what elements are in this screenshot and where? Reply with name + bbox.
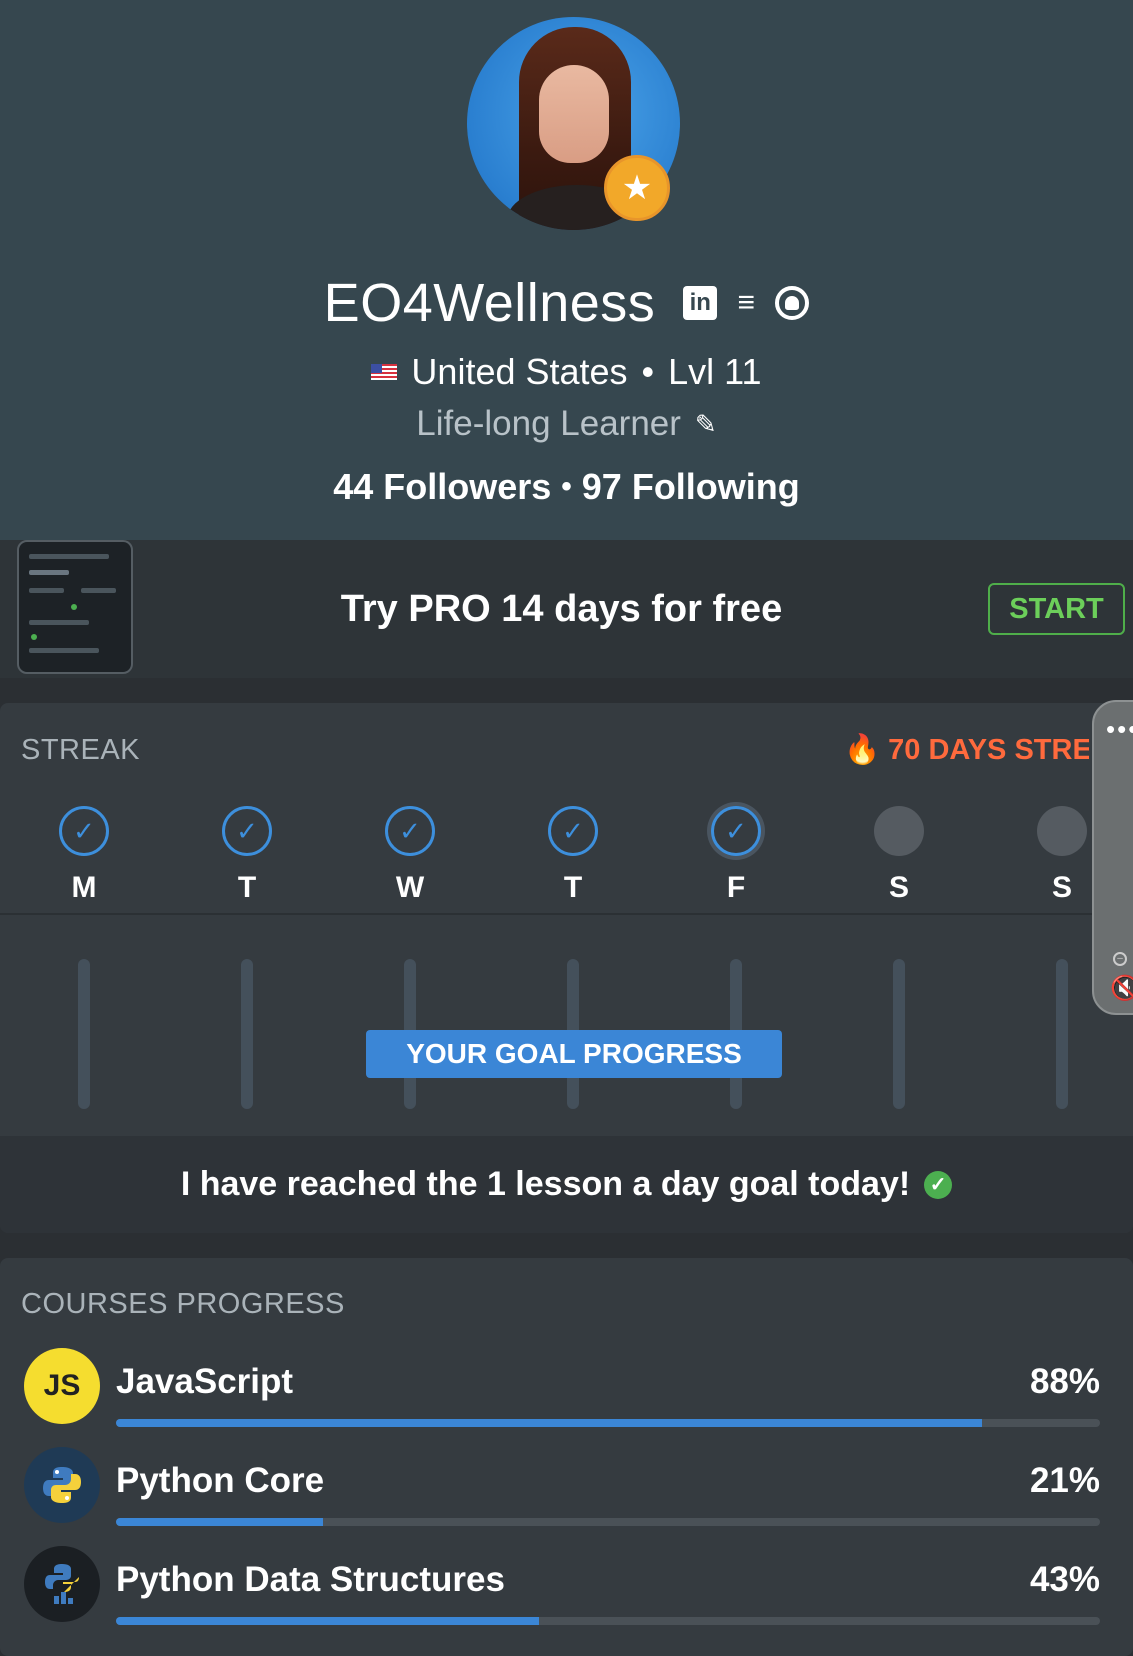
course-progress-fill bbox=[116, 1419, 982, 1427]
edit-pencil-icon[interactable]: ✎ bbox=[695, 409, 717, 440]
day-letter: W bbox=[395, 871, 425, 904]
floating-side-panel[interactable]: ••• – 🔇 bbox=[1092, 700, 1133, 1015]
start-pro-button[interactable]: START bbox=[988, 583, 1125, 635]
stackoverflow-icon[interactable]: ≡ bbox=[729, 286, 763, 320]
course-progress-track bbox=[116, 1518, 1100, 1526]
follow-separator: • bbox=[561, 470, 572, 503]
level: Lvl 11 bbox=[668, 351, 762, 392]
more-options-icon[interactable]: ••• bbox=[1106, 716, 1133, 742]
meta-separator: • bbox=[641, 351, 655, 392]
goal-message: I have reached the 1 lesson a day goal t… bbox=[0, 1136, 1133, 1233]
tagline: Life-long Learner bbox=[416, 404, 681, 443]
day-letter: S bbox=[888, 871, 909, 904]
github-icon[interactable] bbox=[775, 286, 810, 320]
course-row-javascript[interactable]: JS JavaScript 88% bbox=[0, 1348, 1133, 1438]
streak-card: STREAK 🔥 70 DAYS STREAK ✓ M ✓ T ✓ W ✓ T ✓ F S S YOU… bbox=[0, 703, 1133, 1233]
streak-title: STREAK bbox=[21, 734, 141, 766]
courses-card: COURSES PROGRESS JS JavaScript 88% Pytho… bbox=[0, 1258, 1133, 1656]
pro-trial-banner: Try PRO 14 days for free START bbox=[0, 540, 1133, 678]
day-letter: M bbox=[71, 871, 97, 904]
streak-count-label: 70 DAYS STREAK bbox=[888, 734, 1089, 766]
course-name: Python Core bbox=[116, 1461, 325, 1500]
courses-title: COURSES PROGRESS bbox=[21, 1288, 345, 1320]
us-flag-icon bbox=[371, 364, 398, 380]
day-check-icon: ✓ bbox=[222, 806, 272, 856]
star-badge-icon: ★ bbox=[604, 155, 670, 221]
profile-header: ★ EO4Wellness in ≡ United States • Lvl 1… bbox=[0, 0, 1133, 540]
mute-icon[interactable]: 🔇 bbox=[1110, 974, 1133, 1003]
course-progress-track bbox=[116, 1617, 1100, 1625]
day-letter: T bbox=[237, 871, 257, 904]
fire-icon: 🔥 bbox=[844, 734, 881, 766]
course-progress-fill bbox=[116, 1617, 540, 1625]
day-check-icon: ✓ bbox=[59, 806, 109, 856]
python-icon bbox=[24, 1447, 100, 1523]
day-check-icon: ✓ bbox=[548, 806, 598, 856]
day-empty-circle bbox=[1037, 806, 1087, 856]
day-letter: S bbox=[1051, 871, 1072, 904]
following-count[interactable]: 97 Following bbox=[582, 466, 800, 508]
pro-trial-text: Try PRO 14 days for free bbox=[340, 587, 783, 630]
course-progress-fill bbox=[116, 1518, 323, 1526]
day-empty-circle bbox=[874, 806, 924, 856]
course-name: Python Data Structures bbox=[116, 1560, 505, 1599]
course-percent: 21% bbox=[1029, 1461, 1100, 1500]
javascript-icon: JS bbox=[24, 1348, 100, 1424]
day-goal-bar bbox=[241, 959, 253, 1109]
course-progress-track bbox=[116, 1419, 1100, 1427]
course-row-python-core[interactable]: Python Core 21% bbox=[0, 1447, 1133, 1537]
day-letter: F bbox=[726, 871, 746, 904]
goal-progress-badge: YOUR GOAL PROGRESS bbox=[366, 1030, 782, 1078]
course-percent: 43% bbox=[1029, 1560, 1100, 1599]
country: United States bbox=[411, 351, 628, 392]
divider bbox=[0, 913, 1133, 915]
day-goal-bar bbox=[78, 959, 90, 1109]
day-check-icon: ✓ bbox=[711, 806, 761, 856]
minus-circle-icon[interactable]: – bbox=[1113, 952, 1127, 966]
day-check-icon: ✓ bbox=[385, 806, 435, 856]
course-percent: 88% bbox=[1029, 1362, 1100, 1401]
course-row-python-data-structures[interactable]: Python Data Structures 43% bbox=[0, 1546, 1133, 1636]
day-letter: T bbox=[563, 871, 583, 904]
username: EO4Wellness bbox=[323, 273, 656, 333]
course-name: JavaScript bbox=[116, 1362, 294, 1401]
linkedin-icon[interactable]: in bbox=[683, 286, 718, 320]
python-data-structures-icon bbox=[24, 1546, 100, 1622]
goal-message-text: I have reached the 1 lesson a day goal t… bbox=[180, 1165, 911, 1203]
check-circle-icon: ✓ bbox=[924, 1170, 953, 1199]
day-goal-bar bbox=[893, 959, 905, 1109]
day-goal-bar bbox=[1056, 959, 1068, 1109]
streak-count: 🔥 70 DAYS STREAK bbox=[844, 733, 1089, 767]
followers-count[interactable]: 44 Followers bbox=[333, 466, 551, 508]
